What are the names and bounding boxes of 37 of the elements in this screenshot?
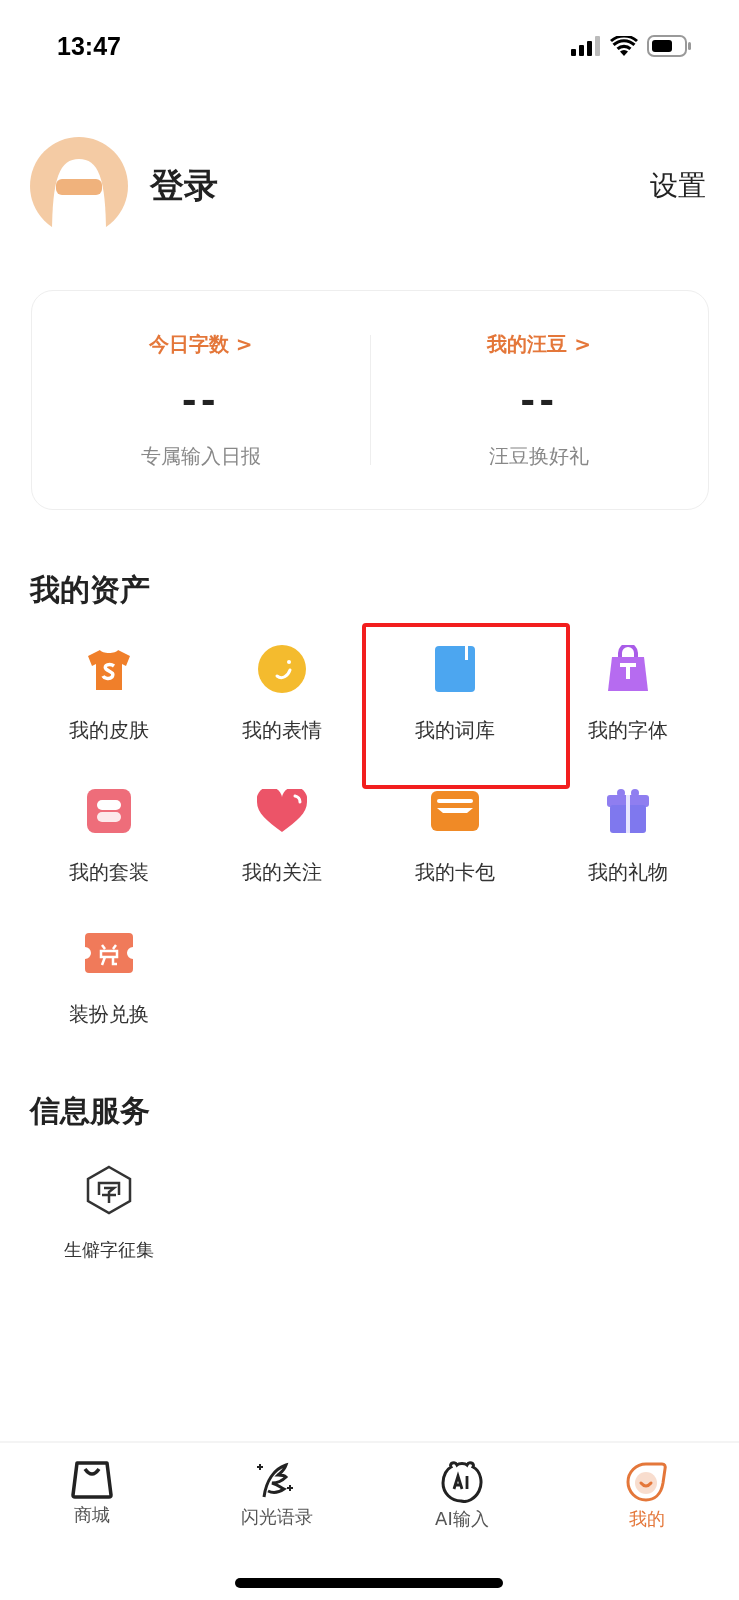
signal-icon: [571, 36, 601, 56]
menu-item[interactable]: 我的词库: [414, 717, 495, 744]
login-link[interactable]: 登录: [150, 163, 218, 209]
menu-item[interactable]: 我的表情: [241, 717, 322, 744]
smile-bubble-icon[interactable]: [625, 1461, 668, 1503]
stat-caption: 汪豆换好礼: [489, 442, 590, 470]
layers-icon: [86, 789, 131, 833]
section-title: 我的资产: [30, 571, 151, 609]
book-icon: [434, 646, 475, 692]
menu-item[interactable]: 装扮兑换: [68, 1001, 149, 1028]
ticket-icon: [84, 933, 133, 973]
menu-item[interactable]: 我的礼物: [587, 859, 668, 886]
battery-icon: [647, 35, 691, 57]
menu-item[interactable]: 我的套装: [68, 859, 149, 886]
gift-icon: [604, 789, 651, 833]
wallet-icon: [430, 791, 479, 831]
status-time: 13:47: [57, 31, 121, 61]
tab[interactable]: 闪光语录: [241, 1505, 314, 1529]
tab[interactable]: AI输入: [435, 1507, 489, 1531]
section-title: 信息服务: [30, 1092, 151, 1130]
wifi-icon: [610, 36, 638, 56]
hexagon-icon: [85, 1165, 132, 1215]
stat-caption: 专属输入日报: [140, 442, 261, 470]
menu-item[interactable]: 我的皮肤: [68, 717, 149, 744]
menu-item[interactable]: 我的卡包: [414, 859, 495, 886]
stat-value: --: [520, 379, 559, 421]
smiley-icon: [256, 644, 307, 694]
menu-item[interactable]: 生僻字征集: [63, 1238, 154, 1262]
tab[interactable]: 商城: [74, 1503, 111, 1527]
menu-item[interactable]: 我的关注: [241, 859, 322, 886]
ai-bubble-icon[interactable]: [440, 1461, 483, 1503]
menu-item[interactable]: 我的字体: [587, 717, 668, 744]
stat-value: --: [181, 379, 220, 421]
shopping-bag-icon[interactable]: [71, 1461, 114, 1499]
shopping-bag-icon: [606, 645, 649, 693]
settings-button[interactable]: 设置: [650, 167, 706, 205]
heart-icon: [256, 789, 307, 833]
